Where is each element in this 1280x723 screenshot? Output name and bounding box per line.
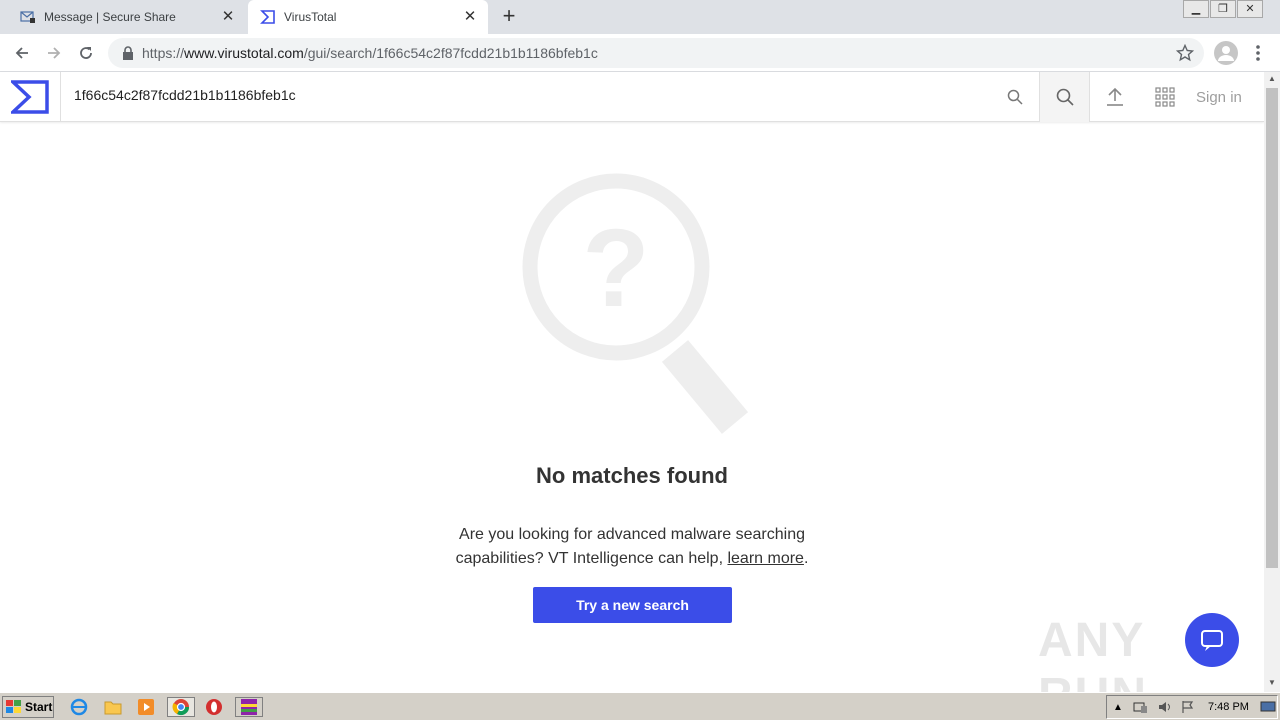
tray-expand-icon[interactable]: ▲ — [1113, 702, 1123, 713]
close-window-button[interactable]: ✕ — [1237, 0, 1263, 18]
volume-icon[interactable] — [1157, 700, 1173, 714]
mail-lock-icon — [20, 9, 36, 25]
browser-toolbar: https://www.virustotal.com/gui/search/1f… — [0, 34, 1280, 72]
reload-icon — [80, 47, 92, 59]
upload-icon[interactable] — [1104, 86, 1126, 108]
chat-bubble-icon — [1201, 630, 1223, 651]
scroll-up-icon[interactable]: ▲ — [1264, 72, 1280, 86]
tab-secure-share[interactable]: Message | Secure Share ✕ — [10, 0, 246, 34]
scroll-down-icon[interactable]: ▼ — [1264, 676, 1280, 690]
no-matches-heading: No matches found — [536, 463, 728, 488]
close-tab-icon[interactable]: ✕ — [462, 9, 478, 25]
tray-clock[interactable]: 7:48 PM — [1208, 701, 1249, 713]
tab-label: Message | Secure Share — [44, 10, 176, 24]
tab-label: VirusTotal — [284, 10, 337, 24]
reload-button[interactable] — [74, 42, 98, 64]
try-new-search-button[interactable]: Try a new search — [533, 587, 732, 623]
winrar-icon[interactable] — [235, 697, 263, 717]
network-icon[interactable] — [1133, 700, 1149, 714]
flag-icon[interactable] — [1181, 700, 1195, 714]
learn-more-link[interactable]: learn more — [727, 550, 803, 567]
minimize-button[interactable]: ▁ — [1183, 0, 1209, 18]
chat-button[interactable] — [1185, 613, 1239, 667]
scrollbar-thumb[interactable] — [1266, 88, 1278, 568]
ie-icon[interactable] — [68, 697, 90, 717]
question-magnifier-icon: ? — [522, 173, 749, 434]
start-label: Start — [25, 700, 53, 714]
start-button[interactable]: Start — [2, 696, 54, 718]
bookmark-star-icon[interactable] — [1176, 44, 1194, 62]
url-path: /gui/search/1f66c54c2f87fcdd21b1b1186bfe… — [303, 45, 598, 61]
arrow-left-icon — [15, 47, 28, 59]
virustotal-logo-icon — [11, 80, 49, 114]
apps-grid-icon[interactable] — [1155, 87, 1175, 107]
search-icon — [1056, 88, 1074, 106]
show-desktop-icon[interactable] — [1260, 701, 1276, 713]
os-taskbar: Start ▲ 7:48 PM — [0, 692, 1280, 720]
tab-strip: Message | Secure Share ✕ VirusTotal ✕ + … — [0, 0, 1280, 34]
main-content: ? No matches found Are you looking for a… — [0, 123, 1264, 722]
browser-menu-button[interactable] — [1248, 42, 1268, 64]
folder-icon[interactable] — [102, 697, 124, 717]
profile-avatar[interactable] — [1214, 41, 1238, 65]
url-host: www.virustotal.com — [184, 45, 304, 61]
opera-icon[interactable] — [203, 697, 225, 717]
search-icon[interactable] — [1006, 88, 1024, 106]
promo-end: . — [803, 550, 809, 567]
url-text: https://www.virustotal.com/gui/search/1f… — [142, 45, 598, 61]
restore-button[interactable]: ❐ — [1210, 0, 1236, 18]
forward-button[interactable] — [42, 42, 66, 64]
virustotal-logo-icon — [260, 9, 276, 25]
arrow-right-icon — [48, 47, 61, 59]
search-button[interactable] — [1039, 72, 1090, 122]
vt-search-input[interactable]: 1f66c54c2f87fcdd21b1b1186bfeb1c — [74, 87, 296, 103]
page-scrollbar[interactable]: ▲ ▼ — [1264, 72, 1280, 692]
lock-icon — [123, 46, 133, 60]
new-tab-button[interactable]: + — [498, 5, 520, 28]
url-protocol: https:// — [142, 45, 185, 61]
vt-intelligence-promo: Are you looking for advanced malware sea… — [432, 523, 832, 571]
tab-virustotal[interactable]: VirusTotal ✕ — [248, 0, 488, 34]
chrome-icon[interactable] — [167, 697, 195, 717]
windows-logo-icon — [6, 700, 21, 713]
close-tab-icon[interactable]: ✕ — [220, 9, 236, 25]
media-player-icon[interactable] — [135, 697, 157, 717]
window-controls: ▁ ❐ ✕ — [1182, 0, 1263, 18]
svg-text:?: ? — [582, 207, 649, 330]
vt-logo[interactable] — [0, 72, 61, 122]
address-bar[interactable]: https://www.virustotal.com/gui/search/1f… — [108, 38, 1204, 68]
vt-header: 1f66c54c2f87fcdd21b1b1186bfeb1c Sign in — [0, 72, 1264, 122]
system-tray: ▲ — [1106, 695, 1278, 719]
sign-in-link[interactable]: Sign in — [1196, 89, 1242, 106]
kebab-menu-icon — [1256, 45, 1260, 61]
person-icon — [1218, 46, 1234, 61]
back-button[interactable] — [10, 42, 34, 64]
